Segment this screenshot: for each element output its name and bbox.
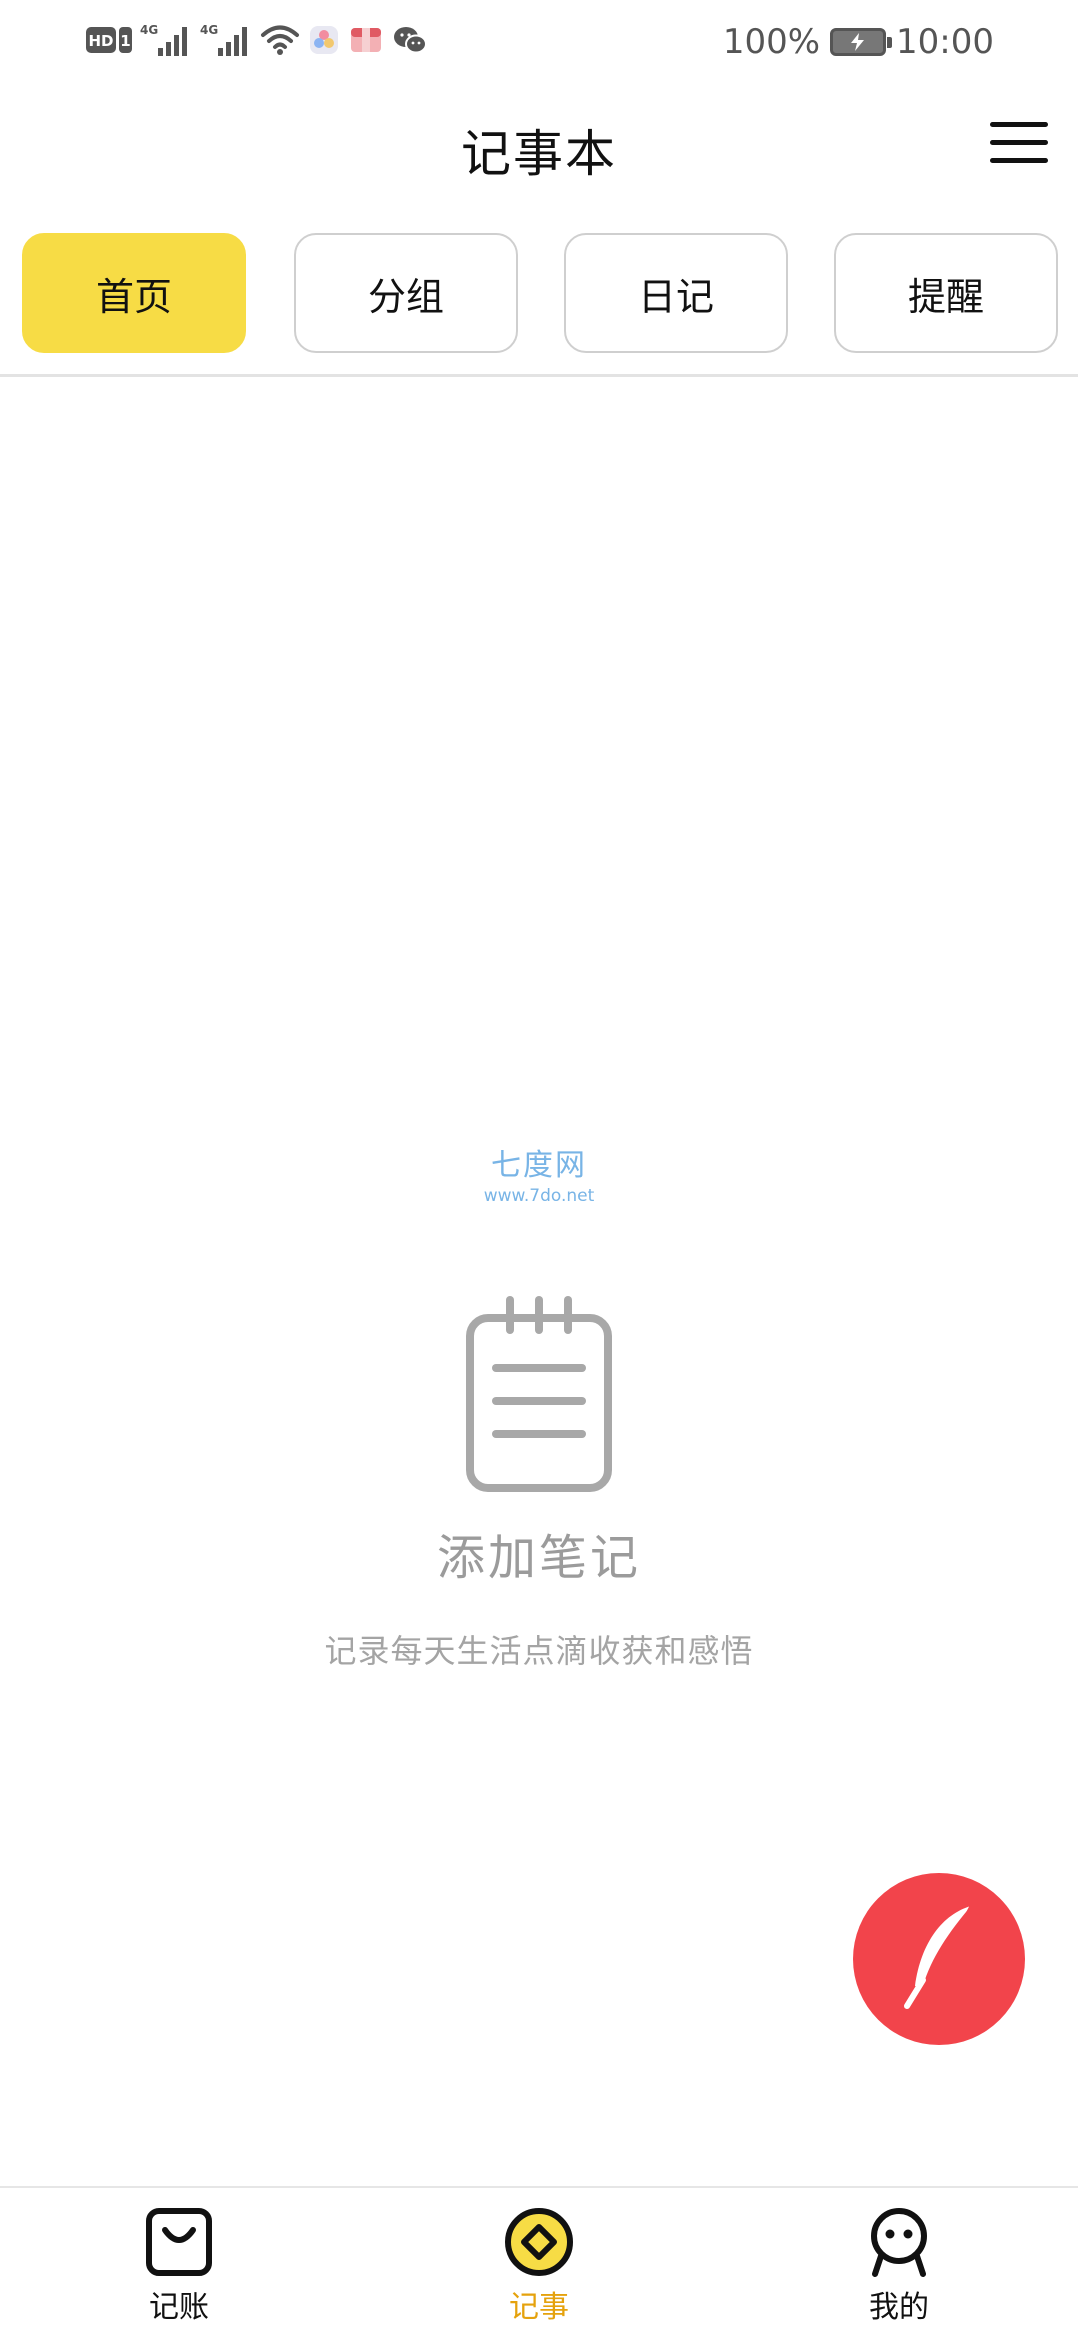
user-face-icon (863, 2206, 935, 2278)
feather-icon (899, 1902, 979, 2016)
app-icon (308, 24, 340, 60)
add-note-button[interactable] (853, 1873, 1025, 2045)
nav-item-accounting[interactable]: 记账 (99, 2206, 259, 2326)
tab-diary[interactable]: 日记 (564, 233, 788, 353)
tab-label: 提醒 (907, 274, 984, 319)
status-bar: HD 1 4G 4G 100% 10:00 (0, 0, 1078, 82)
nav-label: 记事 (509, 2290, 569, 2325)
tab-home[interactable]: 首页 (22, 233, 246, 353)
page-title: 记事本 (461, 125, 617, 183)
menu-icon-line (990, 140, 1048, 145)
header-divider (0, 374, 1078, 377)
hd-icon: HD 1 (86, 25, 132, 59)
svg-text:HD: HD (88, 32, 113, 50)
tab-label: 首页 (95, 274, 172, 319)
tab-groups[interactable]: 分组 (294, 233, 518, 353)
status-icons-left: HD 1 4G 4G (86, 20, 428, 64)
wifi-icon (260, 22, 300, 62)
notebook-icon (462, 1296, 616, 1496)
shopping-bag-icon (143, 2206, 215, 2278)
empty-state-title: 添加笔记 (436, 1530, 641, 1586)
menu-icon-line (990, 158, 1048, 163)
tab-label: 分组 (367, 274, 444, 319)
nav-item-notes[interactable]: 记事 (459, 2206, 619, 2326)
empty-state-description: 记录每天生活点滴收获和感悟 (324, 1632, 754, 1670)
tab-label: 日记 (637, 274, 714, 319)
empty-state: 添加笔记 记录每天生活点滴收获和感悟 (0, 1296, 1078, 1672)
svg-text:1: 1 (120, 32, 130, 50)
bottom-nav: 记账 记事 我的 (0, 2186, 1078, 2338)
nav-label: 我的 (869, 2290, 929, 2325)
wechat-icon (392, 24, 428, 60)
watermark: 七度网 www.7do.net (0, 1140, 1078, 1206)
clock: 10:00 (896, 22, 994, 62)
battery-percent: 100% (722, 22, 821, 62)
app-header: 记事本 (0, 82, 1078, 212)
battery-icon (830, 28, 893, 56)
diamond-circle-icon (503, 2206, 575, 2278)
app-icon (348, 24, 384, 60)
nav-label: 记账 (149, 2290, 209, 2325)
menu-button[interactable] (990, 118, 1048, 170)
svg-text:4G: 4G (200, 23, 218, 37)
watermark-title: 七度网 (491, 1148, 587, 1183)
svg-text:4G: 4G (140, 23, 158, 37)
watermark-url: www.7do.net (483, 1186, 595, 1206)
tab-reminders[interactable]: 提醒 (834, 233, 1058, 353)
nav-item-profile[interactable]: 我的 (819, 2206, 979, 2326)
category-tabs: 首页 分组 日记 提醒 (22, 233, 1058, 355)
signal-4g-icon: 4G (140, 22, 192, 62)
signal-4g-icon: 4G (200, 22, 252, 62)
menu-icon (990, 122, 1048, 127)
status-icons-right: 100% 10:00 (723, 20, 994, 64)
